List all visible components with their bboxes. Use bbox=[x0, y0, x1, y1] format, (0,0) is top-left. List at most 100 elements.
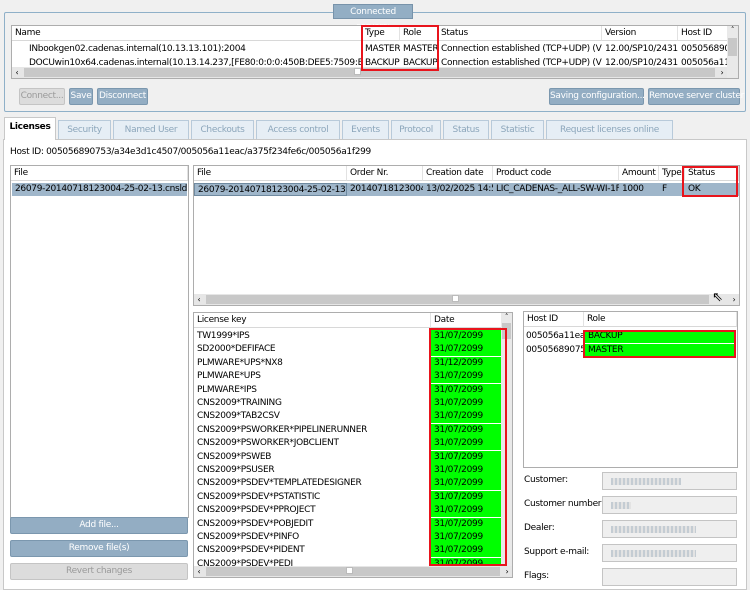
col-type[interactable]: Type bbox=[659, 166, 685, 181]
servers-hscrollbar[interactable]: ‹ › bbox=[12, 67, 727, 78]
license-key[interactable]: CNS2009*PSUSER bbox=[194, 464, 431, 477]
customer-number-field[interactable] bbox=[602, 496, 737, 514]
license-key[interactable]: CNS2009*TRAINING bbox=[194, 397, 431, 410]
servers-vscrollbar[interactable]: ˄ bbox=[727, 26, 738, 78]
host-id[interactable]: 005056a11eac bbox=[524, 330, 584, 343]
tab-named-user[interactable]: Named User bbox=[113, 120, 189, 139]
license-date[interactable]: 31/07/2099 bbox=[431, 490, 503, 504]
license-date[interactable]: 31/07/2099 bbox=[431, 531, 503, 544]
col-role[interactable]: Role bbox=[584, 312, 737, 327]
remove-server-cluster-button[interactable]: Remove server cluster bbox=[648, 88, 744, 105]
tab-protocol[interactable]: Protocol bbox=[391, 120, 441, 139]
file-list-item[interactable]: 26079-20140718123004-25-02-13.cnsldb bbox=[12, 183, 187, 196]
col-license-key[interactable]: License key bbox=[194, 313, 431, 328]
saving-configuration-button[interactable]: Saving configuration... bbox=[549, 88, 645, 105]
col-date[interactable]: Date bbox=[431, 313, 503, 328]
host-role[interactable]: MASTER bbox=[585, 343, 735, 357]
license-key[interactable]: CNS2009*PSDEV*POBJEDIT bbox=[194, 518, 431, 531]
col-version[interactable]: Version bbox=[602, 26, 678, 41]
dealer-field[interactable] bbox=[602, 520, 737, 538]
server-cell-type[interactable]: MASTER bbox=[362, 43, 400, 56]
license-key[interactable]: PLMWARE*UPS bbox=[194, 370, 431, 383]
license-keys-vscrollbar[interactable]: ˄ bbox=[501, 313, 512, 568]
revert-changes-button[interactable]: Revert changes bbox=[10, 563, 188, 580]
col-status[interactable]: Status bbox=[438, 26, 602, 41]
server-cell-name[interactable]: INbookgen02.cadenas.internal(10.13.13.10… bbox=[26, 43, 362, 56]
tab-events[interactable]: Events bbox=[342, 120, 389, 139]
license-keys-hscrollbar[interactable]: ‹ › bbox=[194, 566, 512, 577]
support-e-mail-field[interactable] bbox=[602, 544, 737, 562]
server-cell-host[interactable]: 0050568907 bbox=[678, 43, 728, 56]
license-date[interactable]: 31/07/2099 bbox=[431, 370, 503, 384]
license-key[interactable]: CNS2009*PSWORKER*PIPELINERUNNER bbox=[194, 424, 431, 437]
remove-files-button[interactable]: Remove file(s) bbox=[10, 540, 188, 557]
tab-statistic[interactable]: Statistic bbox=[491, 120, 544, 139]
license-date[interactable]: 31/07/2099 bbox=[431, 423, 503, 437]
save-button[interactable]: Save bbox=[69, 88, 93, 105]
license-date[interactable]: 31/07/2099 bbox=[431, 397, 503, 410]
license-date[interactable]: 31/07/2099 bbox=[431, 477, 503, 491]
col-creation-date[interactable]: Creation date bbox=[423, 166, 493, 181]
license-file-cell[interactable]: 13/02/2025 14:52 bbox=[423, 183, 493, 196]
host-role[interactable]: BACKUP bbox=[585, 330, 735, 343]
flags-field[interactable] bbox=[602, 568, 737, 586]
col-amount[interactable]: Amount bbox=[619, 166, 659, 181]
col-order-nr-[interactable]: Order Nr. bbox=[347, 166, 423, 181]
license-key[interactable]: PLMWARE*IPS bbox=[194, 384, 431, 397]
license-key[interactable]: CNS2009*PSDEV*TEMPLATEDESIGNER bbox=[194, 477, 431, 490]
license-key[interactable]: PLMWARE*UPS*NX8 bbox=[194, 357, 431, 370]
server-cell-status[interactable]: Connection established (TCP+UDP) (V3) bbox=[438, 43, 602, 56]
license-date[interactable]: 31/07/2099 bbox=[431, 343, 503, 357]
license-date[interactable]: 31/07/2099 bbox=[431, 450, 503, 464]
col-role[interactable]: Role bbox=[400, 26, 438, 41]
license-file-cell[interactable]: 20140718123004 bbox=[347, 183, 423, 196]
license-key[interactable]: CNS2009*PSDEV*PSTATISTIC bbox=[194, 491, 431, 504]
servers-table: Name Type Role Status Version Host ID IN… bbox=[11, 25, 739, 79]
license-file-cell[interactable]: F bbox=[659, 183, 685, 196]
col-name[interactable]: Name bbox=[12, 26, 362, 41]
tab-checkouts[interactable]: Checkouts bbox=[191, 120, 254, 139]
col-file[interactable]: File bbox=[11, 166, 188, 181]
license-file-cell[interactable]: 26079-20140718123004-25-02-13.cnsldb bbox=[194, 183, 347, 196]
license-date[interactable]: 31/07/2099 bbox=[431, 383, 503, 397]
license-date[interactable]: 31/07/2099 bbox=[431, 464, 503, 477]
server-cell-version[interactable]: 12.00/SP10/243168 bbox=[602, 43, 678, 56]
license-date[interactable]: 31/07/2099 bbox=[431, 544, 503, 558]
license-date[interactable]: 31/07/2099 bbox=[431, 504, 503, 518]
license-key[interactable]: CNS2009*PSWEB bbox=[194, 451, 431, 464]
license-date[interactable]: 31/07/2099 bbox=[431, 410, 503, 424]
col-type[interactable]: Type bbox=[362, 26, 400, 41]
license-key[interactable]: SD2000*DEFIFACE bbox=[194, 343, 431, 356]
disconnect-button[interactable]: Disconnect bbox=[97, 88, 148, 105]
col-status[interactable]: Status bbox=[685, 166, 739, 181]
license-key[interactable]: CNS2009*PSDEV*PPROJECT bbox=[194, 504, 431, 517]
license-key[interactable]: TW1999*IPS bbox=[194, 330, 431, 343]
col-product-code[interactable]: Product code bbox=[493, 166, 619, 181]
license-key[interactable]: CNS2009*TAB2CSV bbox=[194, 410, 431, 423]
server-cell-role[interactable]: MASTER bbox=[400, 43, 438, 56]
license-key[interactable]: CNS2009*PSWORKER*JOBCLIENT bbox=[194, 437, 431, 450]
license-date[interactable]: 31/07/2099 bbox=[431, 517, 503, 531]
tab-access-control[interactable]: Access control bbox=[256, 120, 340, 139]
col-host-id[interactable]: Host ID bbox=[524, 312, 584, 327]
add-file-button[interactable]: Add file... bbox=[10, 517, 188, 534]
license-key[interactable]: CNS2009*PSDEV*PINFO bbox=[194, 531, 431, 544]
tab-status[interactable]: Status bbox=[443, 120, 489, 139]
connected-servers-legend: Connected servers: bbox=[333, 4, 413, 32]
customer-field[interactable] bbox=[602, 472, 737, 490]
license-date[interactable]: 31/12/2099 bbox=[431, 356, 503, 370]
license-key[interactable]: CNS2009*PSDEV*PIDENT bbox=[194, 544, 431, 557]
tab-licenses[interactable]: Licenses bbox=[4, 117, 56, 140]
col-file[interactable]: File bbox=[194, 166, 347, 181]
col-host-id[interactable]: Host ID bbox=[678, 26, 728, 41]
host-id[interactable]: 005056890753 bbox=[524, 344, 584, 357]
tab-request-licenses-online[interactable]: Request licenses online bbox=[546, 120, 673, 139]
license-date[interactable]: 31/07/2099 bbox=[431, 330, 503, 343]
connect-button[interactable]: Connect... bbox=[19, 88, 65, 105]
license-file-cell[interactable]: OK bbox=[685, 183, 739, 196]
tab-security[interactable]: Security bbox=[58, 120, 111, 139]
license-file-cell[interactable]: LIC_CADENAS-_ALL-SW-WI-1F bbox=[493, 183, 619, 196]
license-file-cell[interactable]: 1000 bbox=[619, 183, 659, 196]
license-files-hscrollbar[interactable]: ‹ › bbox=[194, 294, 739, 305]
license-date[interactable]: 31/07/2099 bbox=[431, 437, 503, 451]
